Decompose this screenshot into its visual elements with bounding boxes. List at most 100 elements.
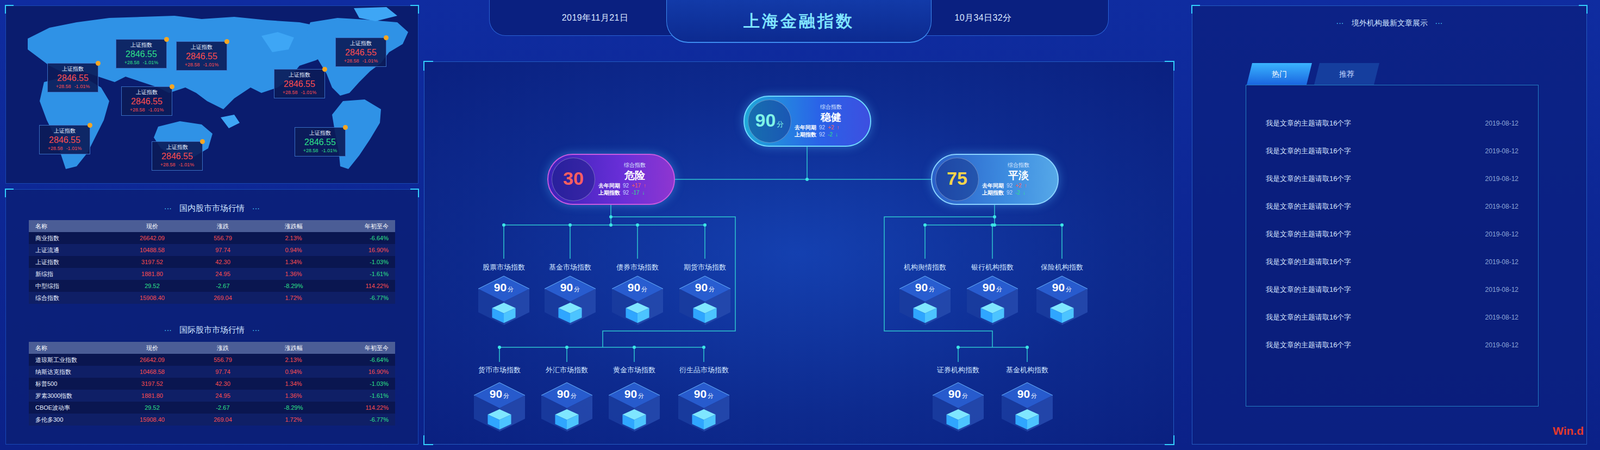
index-label: 基金机构指数 [991,364,1063,376]
table-row[interactable]: 中型综指29.52-2.67-8.29%114.22% [28,279,396,292]
stat-change: +2 [827,124,834,132]
index-cube[interactable]: 90分 [965,275,1020,327]
table-row[interactable]: 综合指数15908.40269.041.72%-6.77% [28,291,396,304]
table-cell: 269.04 [187,415,259,425]
map-marker[interactable]: 上证指数2846.55+28.58-1.01% [39,125,91,155]
index-cube[interactable]: 90分 [931,381,985,433]
composite-node[interactable]: 90分综合指数稳健去年同期92+2↑上期指数92-2↓ [743,95,872,147]
stat-arrow-icon: ↑ [836,124,840,132]
marker-change-line: +28.58-1.01% [129,107,164,114]
table-cell: 纳斯达克指数 [35,367,117,377]
table-cell: -1.03% [328,257,389,267]
table-row[interactable]: 上证流通10488.5897.740.94%16.90% [28,244,396,256]
table-cell: 16.90% [328,245,389,255]
article-item[interactable]: 我是文章的主题请取16个字2019-08-12 [1246,192,1539,221]
table-cell: 罗素3000指数 [35,391,117,401]
marker-change-line: +28.58-1.01% [55,83,90,90]
score-circle: 75 [935,157,979,202]
table-title: 国际股市市场行情 [179,323,245,337]
table-cell: -8.29% [258,403,329,413]
marker-value: 2846.55 [57,72,89,84]
map-marker[interactable]: 上证指数2846.55+28.58-1.01% [115,39,167,69]
table-title: 国内股市市场行情 [179,202,245,215]
table-cell: 道琼斯工业指数 [35,355,117,365]
index-cube[interactable]: 90分 [1035,275,1089,327]
corner-mark [1164,60,1175,71]
table-row[interactable]: 罗素3000指数1881.8024.951.36%-1.61% [28,389,396,402]
article-date: 2019-08-12 [1485,118,1519,129]
node-stat-row: 上期指数92-17↓ [598,189,671,197]
composite-node[interactable]: 75综合指数平淡去年同期92+2↑上期指数92-2↓ [930,153,1059,205]
map-marker[interactable]: 上证指数2846.55+28.58-1.01% [121,86,173,116]
map-marker[interactable]: 上证指数2846.55+28.58-1.01% [335,37,387,67]
cube-score: 90分 [677,388,731,400]
cube-score: 90分 [1035,281,1089,293]
table-cell: 3197.52 [116,257,188,267]
market-table: 名称现价涨跌涨跌幅年初至今商业指数26642.09556.792.13%-6.6… [28,220,396,304]
marker-name: 上证指数 [61,65,84,73]
map-marker[interactable]: 上证指数2846.55+28.58-1.01% [176,41,228,71]
table-cell: 2.13% [258,355,329,365]
table-row[interactable]: 多伦多30015908.40269.041.72%-6.77% [28,413,396,426]
map-marker[interactable]: 上证指数2846.55+28.58-1.01% [273,69,325,99]
article-item[interactable]: 我是文章的主题请取16个字2019-08-12 [1246,164,1539,193]
table-row[interactable]: 道琼斯工业指数26642.09556.792.13%-6.64% [28,353,396,366]
cube-score-unit: 分 [570,392,577,399]
index-cube[interactable]: 90分 [678,275,732,327]
index-cube[interactable]: 90分 [540,381,594,433]
table-cell: 1.36% [258,269,329,279]
node-stat-row: 上期指数92-2↓ [982,189,1055,197]
article-date: 2019-08-12 [1485,173,1519,184]
table-row[interactable]: 纳斯达克指数10468.5897.740.94%16.90% [28,365,396,378]
article-item[interactable]: 我是文章的主题请取16个字2019-08-12 [1246,303,1539,331]
pin-dot-icon [169,84,175,90]
index-label: 股票市场指数 [468,261,540,273]
cube-score: 90分 [965,281,1020,293]
cube-score-unit: 分 [1030,392,1037,399]
table-row[interactable]: 上证指数3197.5242.301.34%-1.03% [28,255,396,268]
index-label: 机构舆情指数 [889,261,961,273]
tab-label: 热门 [1271,68,1287,80]
index-cube[interactable]: 90分 [477,275,531,327]
pin-dot-icon [95,60,101,66]
stat-label: 去年同期 [794,124,817,132]
article-tab[interactable]: 推荐 [1314,63,1380,85]
table-row[interactable]: 标普5003197.5242.301.34%-1.03% [28,377,396,390]
index-cube[interactable]: 90分 [1000,381,1054,433]
cube-score-unit: 分 [1065,286,1072,293]
index-cube[interactable]: 90分 [472,381,527,433]
pin-dot-icon [224,39,230,45]
article-item[interactable]: 我是文章的主题请取16个字2019-08-12 [1246,247,1539,276]
table-row[interactable]: CBOE波动率29.52-2.67-8.29%114.22% [28,401,396,414]
table-cell: 1.72% [258,293,329,303]
article-item[interactable]: 我是文章的主题请取16个字2019-08-12 [1246,275,1539,304]
cube-score: 90分 [898,281,952,293]
cube-score-unit: 分 [573,286,580,293]
article-tab[interactable]: 热门 [1246,63,1312,85]
table-cell: 26642.09 [116,355,188,365]
article-item[interactable]: 我是文章的主题请取16个字2019-08-12 [1246,330,1539,359]
table-cell: -6.77% [328,415,389,425]
index-cube[interactable]: 90分 [610,275,665,327]
article-tabs: 热门 推荐 [1246,63,1587,85]
table-row[interactable]: 商业指数26642.09556.792.13%-6.64% [28,232,396,245]
table-row[interactable]: 新综指1881.8024.951.36%-1.61% [28,267,396,280]
column-header: 年初至今 [328,221,389,231]
article-item[interactable]: 我是文章的主题请取16个字2019-08-12 [1246,109,1539,137]
marker-value: 2846.55 [345,47,377,59]
article-item[interactable]: 我是文章的主题请取16个字2019-08-12 [1246,220,1539,248]
index-cube[interactable]: 90分 [677,381,731,433]
table-cell: 10488.58 [116,245,188,255]
index-cube[interactable]: 90分 [543,275,597,327]
index-cube[interactable]: 90分 [898,275,952,327]
map-marker[interactable]: 上证指数2846.55+28.58-1.01% [151,141,203,171]
map-panel: 上证指数2846.55+28.58-1.01%上证指数2846.55+28.58… [5,5,419,184]
cube-score-value: 90 [1052,281,1065,293]
composite-node[interactable]: 30综合指数危险去年同期92+17↑上期指数92-17↓ [547,153,675,205]
column-header: 涨跌幅 [258,221,329,231]
marker-change-line: +28.58-1.01% [344,58,378,65]
article-item[interactable]: 我是文章的主题请取16个字2019-08-12 [1246,136,1539,165]
index-cube[interactable]: 90分 [607,381,661,433]
map-marker[interactable]: 上证指数2846.55+28.58-1.01% [47,63,99,93]
map-marker[interactable]: 上证指数2846.55+28.58-1.01% [294,127,346,157]
